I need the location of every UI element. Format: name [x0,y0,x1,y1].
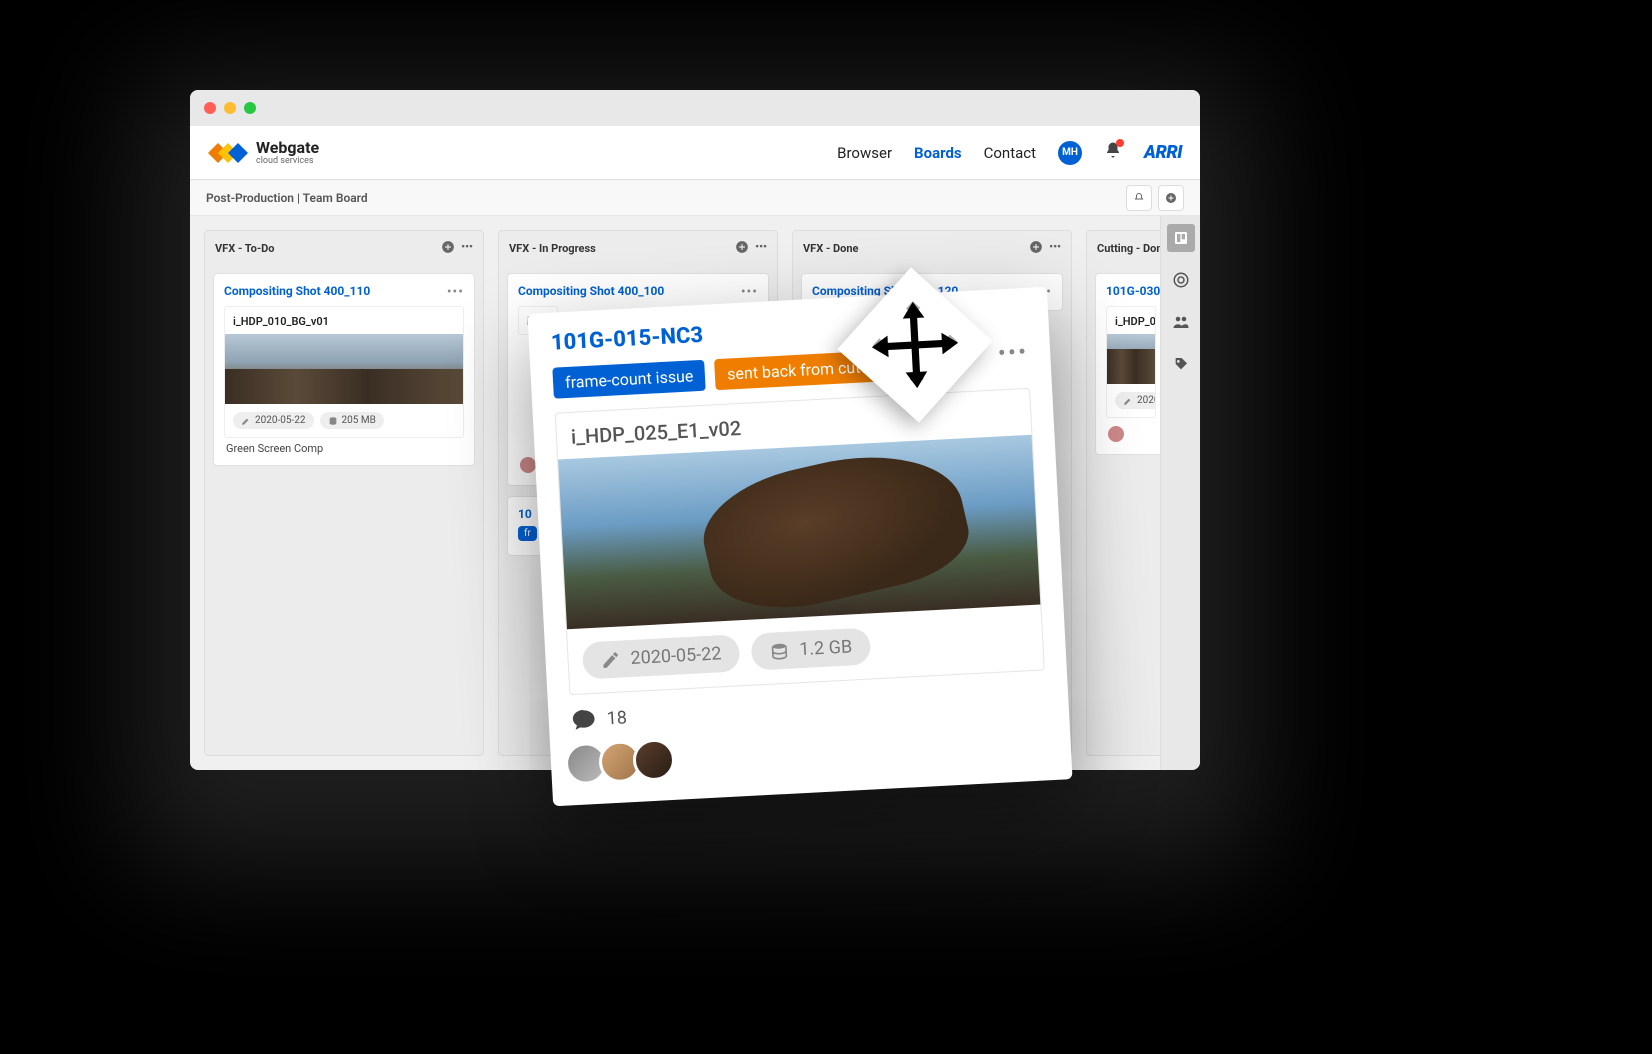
column-menu-icon[interactable]: ••• [1049,240,1061,257]
card-title[interactable]: Compositing Shot 400_110 [224,284,464,298]
card-title[interactable]: Compositing Shot 400_100 [518,284,758,298]
brand-name: Webgate [256,140,319,156]
asset-name: i_HDP_0 [1107,307,1155,334]
tag: fr [518,526,537,541]
card-title[interactable]: 101G-030-M [1106,284,1156,298]
date-chip: 2020 [1115,392,1156,409]
column-title: VFX - Done [803,242,858,255]
titlebar [190,90,1200,126]
nav: Browser Boards Contact MH ARRI [837,141,1182,165]
assignee-avatar[interactable] [632,738,676,782]
assignee-avatar[interactable] [1106,424,1126,444]
notify-button[interactable] [1126,185,1152,211]
column-vfx-todo: VFX - To-Do ••• ••• Compositing Shot 400… [204,230,484,756]
card-menu-icon[interactable]: ••• [997,338,1029,368]
partner-logo[interactable]: ARRI [1144,142,1182,163]
maximize-button[interactable] [244,102,256,114]
nav-contact[interactable]: Contact [984,144,1036,162]
add-card-icon[interactable] [1029,240,1043,257]
users-icon[interactable] [1167,308,1195,336]
asset-preview[interactable]: i_HDP_010_BG_v01 2020-05-22 205 MB [224,306,464,438]
close-button[interactable] [204,102,216,114]
size-chip: 1.2 GB [750,627,871,670]
board-view-icon[interactable] [1167,224,1195,252]
add-button[interactable] [1158,185,1184,211]
dragged-card[interactable]: 101G-015-NC3 ••• frame-count issue sent … [527,287,1072,807]
card-menu-icon[interactable]: ••• [741,284,758,300]
notifications-icon[interactable] [1104,141,1122,164]
asset-name: i_HDP_010_BG_v01 [225,307,463,334]
move-cursor-icon [857,287,973,403]
card-menu-icon[interactable]: ••• [447,284,464,300]
asset-thumbnail [225,334,463,404]
column-cutting-done: Cutting - Done 101G-030-M i_HDP_0 2020 [1086,230,1160,756]
asset-preview[interactable]: i_HDP_025_E1_v02 2020-05-22 1.2 GB [555,388,1045,696]
nav-browser[interactable]: Browser [837,144,892,162]
logo-mark [208,138,248,168]
header: Webgate cloud services Browser Boards Co… [190,126,1200,180]
date-chip: 2020-05-22 [582,634,741,679]
size-chip: 205 MB [320,412,384,429]
user-avatar[interactable]: MH [1058,141,1082,165]
tag-icon[interactable] [1167,350,1195,378]
column-title: Cutting - Done [1097,242,1160,255]
date-chip: 2020-05-22 [233,412,314,429]
column-title: VFX - In Progress [509,242,596,255]
add-card-icon[interactable] [735,240,749,257]
notification-dot [1116,139,1124,147]
minimize-button[interactable] [224,102,236,114]
brand-tagline: cloud services [256,156,319,166]
asset-thumbnail [558,435,1040,630]
card[interactable]: ••• Compositing Shot 400_110 i_HDP_010_B… [213,273,475,466]
column-menu-icon[interactable]: ••• [461,240,473,257]
card-desc: Green Screen Comp [224,438,464,455]
asset-thumbnail [1107,334,1155,384]
logo[interactable]: Webgate cloud services [208,138,319,168]
breadcrumb: Post-Production | Team Board [206,191,368,205]
card[interactable]: 101G-030-M i_HDP_0 2020 [1095,273,1160,455]
breadcrumb-bar: Post-Production | Team Board [190,180,1200,216]
help-icon[interactable] [1167,266,1195,294]
right-sidebar [1160,216,1200,770]
asset-preview[interactable]: i_HDP_0 2020 [1106,306,1156,418]
nav-boards[interactable]: Boards [914,144,962,162]
add-card-icon[interactable] [441,240,455,257]
tag-frame-count[interactable]: frame-count issue [552,360,706,399]
column-menu-icon[interactable]: ••• [755,240,767,257]
column-title: VFX - To-Do [215,242,275,255]
